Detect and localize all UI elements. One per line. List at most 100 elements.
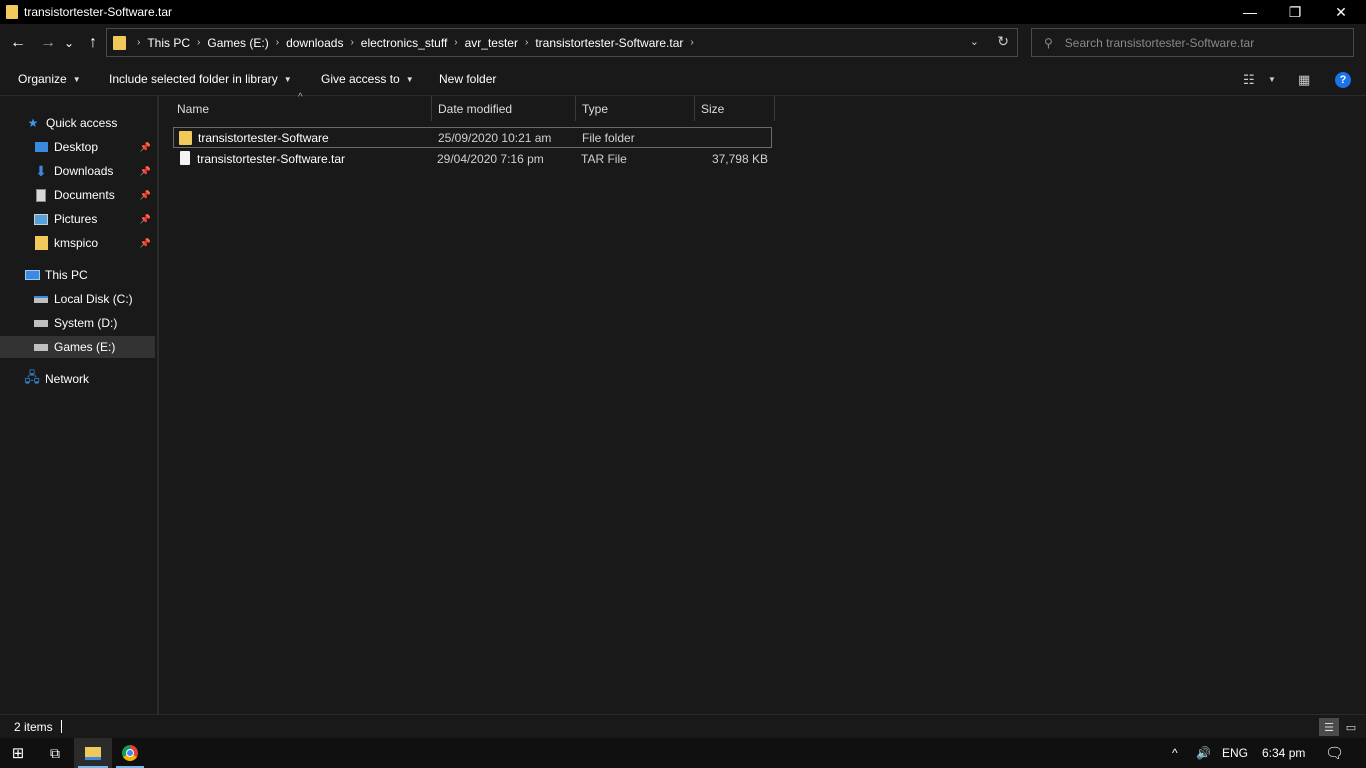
breadcrumb-current-folder[interactable]: transistortester-Software.tar <box>535 36 683 50</box>
file-name: transistortester-Software <box>198 130 329 145</box>
nav-desktop[interactable]: Desktop 📌 <box>0 136 155 158</box>
status-bar: 2 items ☰ ▭ <box>0 714 1366 738</box>
breadcrumb-avr-tester[interactable]: avr_tester <box>465 36 518 50</box>
column-label: Date modified <box>438 101 513 116</box>
column-header-date-modified[interactable]: Date modified <box>432 96 576 121</box>
nav-label: Desktop <box>54 140 99 154</box>
new-folder-button[interactable]: New folder <box>439 72 496 86</box>
taskbar-chrome[interactable] <box>112 738 148 768</box>
pin-icon[interactable]: 📌 <box>140 142 151 153</box>
nav-documents[interactable]: Documents 📌 <box>0 184 155 206</box>
minimize-button[interactable]: — <box>1227 0 1273 24</box>
back-button[interactable]: ← <box>8 33 28 53</box>
file-size: 37,798 KB <box>711 151 768 166</box>
local-disk-icon <box>33 292 49 306</box>
pin-icon[interactable]: 📌 <box>140 190 151 201</box>
file-name: transistortester-Software.tar <box>197 151 346 166</box>
chevron-right-icon[interactable]: › <box>690 37 693 48</box>
large-icons-view-icon[interactable]: ▭ <box>1341 718 1361 736</box>
chevron-right-icon[interactable]: › <box>525 37 528 48</box>
chevron-right-icon[interactable]: › <box>350 37 353 48</box>
column-header-type[interactable]: Type <box>576 96 695 121</box>
give-access-button[interactable]: Give access to ▼ <box>321 72 414 86</box>
nav-this-pc[interactable]: This PC <box>0 264 155 286</box>
close-button[interactable]: ✕ <box>1318 0 1364 24</box>
pin-icon[interactable]: 📌 <box>140 166 151 177</box>
windows-logo-icon: ⊞ <box>11 745 25 762</box>
nav-label: Pictures <box>54 212 98 226</box>
chevron-right-icon[interactable]: › <box>454 37 457 48</box>
nav-label: Documents <box>54 188 115 202</box>
help-icon[interactable]: ? <box>1335 72 1351 88</box>
breadcrumb-electronics-stuff[interactable]: electronics_stuff <box>361 36 448 50</box>
organize-label: Organize <box>18 72 67 86</box>
star-icon: ★ <box>27 116 39 130</box>
pin-icon[interactable]: 📌 <box>140 214 151 225</box>
file-list: Name ^ Date modified Type Size transisto… <box>159 92 1366 714</box>
search-input[interactable] <box>1064 35 1345 50</box>
column-label: Name <box>177 101 210 116</box>
breadcrumb-games-e[interactable]: Games (E:) <box>207 36 268 50</box>
file-row[interactable]: transistortester-Software 25/09/2020 10:… <box>173 127 772 148</box>
task-view-button[interactable]: ⧉ <box>36 738 74 768</box>
file-type: File folder <box>582 130 635 145</box>
preview-pane-icon[interactable]: ▦ <box>1298 72 1310 88</box>
sort-arrow-icon: ^ <box>298 92 303 103</box>
restore-button[interactable]: ❐ <box>1272 0 1318 24</box>
nav-kmspico[interactable]: kmspico 📌 <box>0 232 155 254</box>
navigation-pane: ★ Quick access Desktop 📌 ⬇ Downloads 📌 D… <box>0 96 157 714</box>
nav-network[interactable]: 🖧 Network <box>0 368 155 390</box>
nav-label: kmspico <box>54 236 99 250</box>
folder-icon <box>33 236 49 250</box>
dropdown-arrow-icon: ▼ <box>283 74 292 84</box>
view-options-dropdown[interactable]: ▼ <box>1268 75 1276 84</box>
downloads-icon: ⬇ <box>35 162 47 179</box>
chevron-right-icon[interactable]: › <box>197 37 200 48</box>
give-access-label: Give access to <box>321 72 400 86</box>
nav-quick-access[interactable]: ★ Quick access <box>0 112 155 134</box>
recent-locations-button[interactable]: ⌄ <box>62 33 76 53</box>
folder-icon <box>6 5 18 19</box>
drive-icon <box>33 340 49 354</box>
nav-local-disk-c[interactable]: Local Disk (C:) <box>0 288 155 310</box>
up-button[interactable]: ↑ <box>83 33 103 53</box>
file-row[interactable]: transistortester-Software.tar 29/04/2020… <box>173 148 772 169</box>
taskbar-file-explorer[interactable] <box>74 738 112 768</box>
clock[interactable]: 6:34 pm <box>1262 738 1305 768</box>
nav-games-e[interactable]: Games (E:) <box>0 336 155 358</box>
nav-pictures[interactable]: Pictures 📌 <box>0 208 155 230</box>
task-view-icon: ⧉ <box>50 744 60 761</box>
address-bar[interactable]: › This PC › Games (E:) › downloads › ele… <box>106 28 1018 57</box>
search-icon: ⚲ <box>1044 35 1053 50</box>
chevron-right-icon[interactable]: › <box>137 37 140 48</box>
notifications-icon[interactable]: 🗨 <box>1325 738 1344 768</box>
nav-label: Games (E:) <box>54 340 116 354</box>
column-label: Type <box>582 101 609 116</box>
file-icon <box>180 151 190 165</box>
change-view-icon[interactable]: ☷ <box>1243 72 1255 88</box>
breadcrumb-downloads[interactable]: downloads <box>286 36 343 50</box>
title-bar: transistortester-Software.tar — ❐ ✕ <box>0 0 1366 24</box>
documents-icon <box>33 188 49 202</box>
organize-button[interactable]: Organize ▼ <box>18 72 81 86</box>
details-view-icon[interactable]: ☰ <box>1319 718 1339 736</box>
include-in-library-button[interactable]: Include selected folder in library ▼ <box>109 72 292 86</box>
nav-system-d[interactable]: System (D:) <box>0 312 155 334</box>
language-indicator[interactable]: ENG <box>1222 738 1248 768</box>
dropdown-arrow-icon: ▼ <box>405 74 414 84</box>
pin-icon[interactable]: 📌 <box>140 238 151 249</box>
refresh-icon[interactable]: ↻ <box>997 33 1009 50</box>
volume-icon[interactable]: 🔊 <box>1196 738 1211 768</box>
start-button[interactable]: ⊞ <box>0 738 36 768</box>
breadcrumb-this-pc[interactable]: This PC <box>147 36 190 50</box>
forward-button[interactable]: → <box>38 33 58 53</box>
column-header-size[interactable]: Size <box>695 96 775 121</box>
command-bar: Organize ▼ Include selected folder in li… <box>0 62 1366 96</box>
taskbar: ⊞ ⧉ ^ 🔊 ENG 6:34 pm 🗨 <box>0 738 1366 768</box>
address-history-dropdown[interactable]: ⌄ <box>970 35 979 48</box>
search-box[interactable]: ⚲ <box>1031 28 1354 57</box>
nav-downloads[interactable]: ⬇ Downloads 📌 <box>0 160 155 182</box>
chevron-right-icon[interactable]: › <box>276 37 279 48</box>
show-hidden-icons-button[interactable]: ^ <box>1172 738 1178 768</box>
network-icon: 🖧 <box>24 369 40 385</box>
